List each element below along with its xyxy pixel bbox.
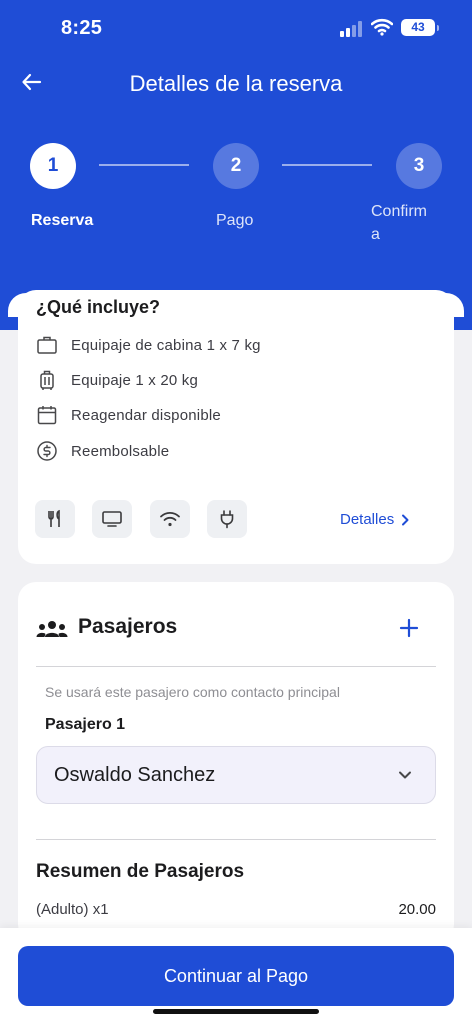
summary-title: Resumen de Pasajeros <box>36 861 245 882</box>
calendar-icon <box>37 406 57 425</box>
passenger-select-value: Oswaldo Sanchez <box>54 764 216 786</box>
summary-row-label: (Adulto) x1 <box>36 901 109 918</box>
wifi-icon <box>160 512 180 527</box>
include-item-refund: Reembolsable <box>36 439 169 463</box>
passengers-title: Pasajeros <box>78 615 178 638</box>
include-label: Equipaje de cabina 1 x 7 kg <box>71 336 261 354</box>
divider <box>36 666 436 667</box>
wifi-status-icon <box>371 18 393 36</box>
step-connector-2 <box>282 164 372 166</box>
include-label: Equipaje 1 x 20 kg <box>71 371 199 389</box>
amenity-meal <box>35 500 75 538</box>
group-icon <box>36 621 68 637</box>
power-plug-icon <box>220 510 234 529</box>
step-3-label: Confirm a <box>371 203 428 243</box>
amenity-wifi <box>150 500 190 538</box>
include-item-reschedule: Reagendar disponible <box>36 403 221 427</box>
details-link-label: Detalles <box>340 511 395 528</box>
meal-icon <box>48 509 60 527</box>
briefcase-icon <box>37 336 57 354</box>
step-connector-1 <box>99 164 189 166</box>
chevron-down-icon <box>399 771 411 779</box>
battery-indicator: 43 <box>401 19 439 36</box>
include-item-cabin-bag: Equipaje de cabina 1 x 7 kg <box>36 333 261 357</box>
includes-title: ¿Qué incluye? <box>36 297 161 317</box>
passenger-contact-note: Se usará este pasajero como contacto pri… <box>45 684 340 700</box>
passenger-1-label: Pasajero 1 <box>45 716 126 733</box>
continue-to-payment-button[interactable]: Continuar al Pago <box>18 946 454 1006</box>
home-indicator <box>153 1009 319 1014</box>
tv-icon <box>102 511 122 527</box>
cellular-signal-icon <box>340 21 362 37</box>
status-bar: 8:25 43 <box>0 0 472 58</box>
header: 8:25 43 Detalles de la reserva 1 2 3 Res… <box>0 0 472 330</box>
amenity-power <box>207 500 247 538</box>
chevron-right-icon <box>402 514 409 525</box>
step-2-circle: 2 <box>213 143 259 189</box>
luggage-icon <box>40 370 54 390</box>
dollar-icon <box>37 441 57 461</box>
step-1-circle: 1 <box>30 143 76 189</box>
step-1-label: Reserva <box>31 212 94 229</box>
status-time: 8:25 <box>61 17 103 39</box>
passenger-select[interactable]: Oswaldo Sanchez <box>36 746 436 804</box>
summary-row-value: 20.00 <box>398 901 436 918</box>
divider <box>36 839 436 840</box>
include-label: Reembolsable <box>71 442 170 460</box>
add-passenger-button[interactable] <box>398 617 420 639</box>
page-title: Detalles de la reserva <box>129 71 343 96</box>
include-item-luggage: Equipaje 1 x 20 kg <box>36 368 198 392</box>
step-2-label: Pago <box>216 212 254 229</box>
include-label: Reagendar disponible <box>71 406 221 424</box>
step-3-circle: 3 <box>396 143 442 189</box>
amenity-tv <box>92 500 132 538</box>
details-link[interactable]: Detalles <box>340 511 410 528</box>
